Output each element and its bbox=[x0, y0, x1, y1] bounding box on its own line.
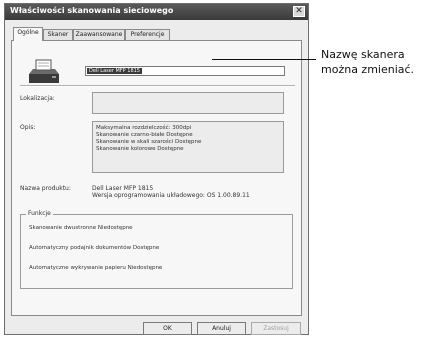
description-line: Skanowanie czarno-białe Dostępne bbox=[96, 132, 193, 138]
callout-annotation: Nazwę skanera można zmieniać. bbox=[321, 47, 414, 77]
firmware-version: Wersja oprogramowania układowego: OS 1.0… bbox=[92, 192, 250, 199]
location-label: Lokalizacja: bbox=[20, 95, 55, 102]
functions-group: Funkcje Skanowanie dwustronne Niedostępn… bbox=[20, 210, 293, 289]
functions-legend: Funkcje bbox=[26, 210, 53, 217]
tab-advanced[interactable]: Zaawansowane bbox=[73, 29, 125, 40]
divider bbox=[20, 85, 295, 87]
window-title: Właściwości skanowania sieciowego bbox=[10, 6, 174, 15]
description-line: Maksymalna rozdzielczość: 300dpi bbox=[96, 125, 192, 131]
tab-preferences[interactable]: Preferencje bbox=[125, 29, 170, 40]
scanner-name-field[interactable]: Dell Laser MFP 1815 bbox=[85, 66, 285, 76]
function-item: Automatyczne wykrywanie papieru Niedostę… bbox=[29, 265, 163, 271]
general-tab-panel: Dell Laser MFP 1815 Lokalizacja: Opis: M… bbox=[11, 40, 302, 316]
description-line: Skanowanie kolorowe Dostępne bbox=[96, 146, 184, 152]
callout-line-2: można zmieniać. bbox=[321, 63, 415, 76]
function-item: Automatyczny podajnik dokumentów Dostępn… bbox=[29, 245, 160, 251]
cancel-button[interactable]: Anuluj bbox=[197, 322, 246, 335]
location-field[interactable] bbox=[92, 92, 284, 114]
function-item: Skanowanie dwustronne Niedostępne bbox=[29, 225, 133, 231]
tab-scanner[interactable]: Skaner bbox=[43, 29, 73, 40]
apply-button[interactable]: Zastosuj bbox=[251, 322, 301, 335]
description-line: Skanowanie w skali szarości Dostępne bbox=[96, 139, 202, 145]
tab-general[interactable]: Ogólne bbox=[13, 27, 43, 41]
description-label: Opis: bbox=[20, 124, 36, 131]
printer-icon bbox=[29, 59, 59, 83]
close-icon[interactable]: ✕ bbox=[293, 6, 305, 17]
product-name-value: Dell Laser MFP 1815 bbox=[92, 185, 154, 192]
scan-properties-dialog: Właściwości skanowania sieciowego ✕ Ogól… bbox=[4, 3, 309, 335]
callout-line-1: Nazwę skanera bbox=[321, 48, 405, 61]
ok-button[interactable]: OK bbox=[143, 322, 192, 335]
scanner-name-value: Dell Laser MFP 1815 bbox=[87, 68, 142, 74]
product-name-label: Nazwa produktu: bbox=[20, 185, 71, 192]
callout-leader-line bbox=[212, 59, 316, 60]
description-box: Maksymalna rozdzielczość: 300dpi Skanowa… bbox=[92, 121, 284, 173]
title-bar[interactable]: Właściwości skanowania sieciowego ✕ bbox=[5, 4, 308, 20]
